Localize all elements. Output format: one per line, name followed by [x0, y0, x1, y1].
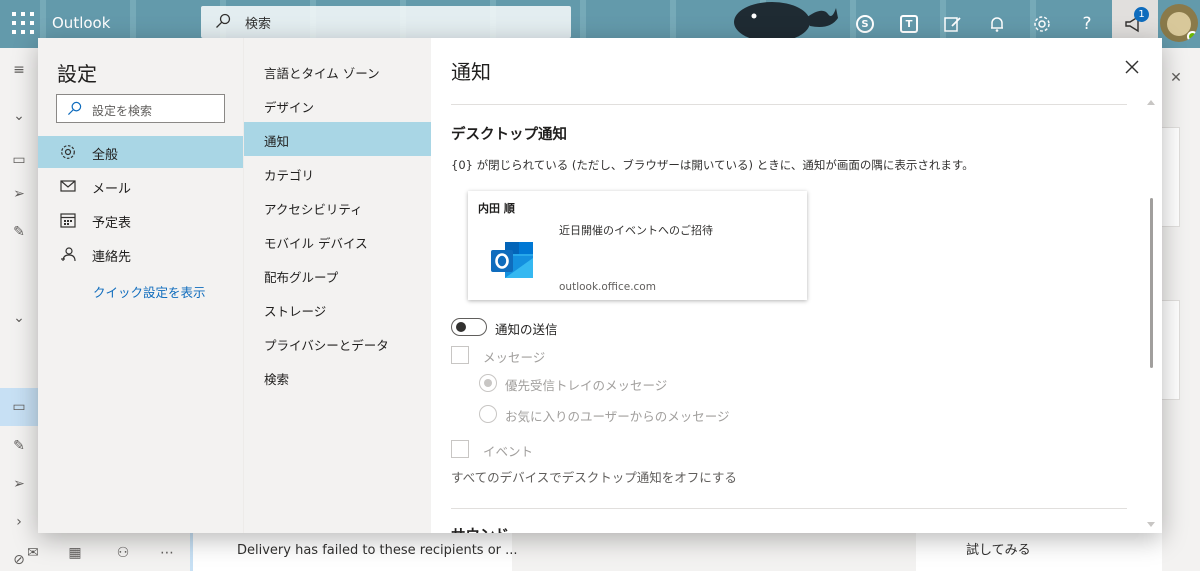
category-general[interactable]: 全般: [38, 136, 243, 168]
subcategory-search[interactable]: 検索: [244, 360, 432, 394]
subcategory-mobile-devices[interactable]: モバイル デバイス: [244, 224, 432, 258]
subcategory-label: カテゴリ: [264, 168, 315, 183]
focused-inbox-radio[interactable]: [479, 374, 497, 392]
close-icon[interactable]: [1121, 56, 1143, 78]
avatar[interactable]: [1160, 4, 1198, 42]
theme-whale-image: [734, 2, 838, 40]
category-label: メール: [92, 182, 132, 197]
subcategory-storage[interactable]: ストレージ: [244, 292, 432, 326]
page-title: 通知: [451, 60, 491, 84]
notification-badge: 1: [1134, 7, 1149, 22]
preview-subject: 近日開催のイベントへのご招待: [559, 224, 713, 237]
toggle-knob: [456, 322, 466, 332]
subcategory-label: モバイル デバイス: [264, 236, 368, 251]
people-icon[interactable]: ⚇: [104, 541, 142, 565]
presence-dot: [1187, 31, 1198, 42]
settings-subcategories: 言語とタイム ゾーン デザイン 通知 カテゴリ アクセシビリティ モバイル デバ…: [243, 38, 432, 533]
category-calendar[interactable]: 予定表: [38, 204, 243, 236]
scroll-up-arrow-icon[interactable]: [1147, 100, 1155, 105]
top-search-box[interactable]: 検索: [201, 6, 571, 38]
category-people[interactable]: 連絡先: [38, 238, 243, 270]
calendar-icon[interactable]: ▦: [56, 541, 94, 565]
events-checkbox[interactable]: [451, 440, 469, 458]
subcategory-label: プライバシーとデータ: [264, 338, 389, 353]
notifications-pane: 通知 デスクトップ通知 {0} が閉じられている (ただし、ブラウザーは開いてい…: [431, 38, 1162, 533]
subcategory-distribution-groups[interactable]: 配布グループ: [244, 258, 432, 292]
send-notifications-label: 通知の送信: [495, 322, 558, 337]
focused-inbox-label: 優先受信トレイのメッセージ: [505, 378, 668, 393]
scrollbar[interactable]: [1147, 100, 1157, 533]
bg-mail-item[interactable]: Delivery has failed to these recipients …: [190, 533, 518, 571]
preview-sender: 内田 順: [478, 202, 515, 215]
search-icon: [216, 13, 231, 28]
waffle-icon[interactable]: [12, 12, 34, 34]
divider: [451, 508, 1127, 509]
category-label: 予定表: [92, 216, 132, 231]
close-icon: ✕: [1170, 70, 1182, 86]
chevron-right-icon[interactable]: ›: [0, 510, 38, 534]
left-rail: ≡ ⌄ ▭ ➢ ✎ ⌄ ▭ ✎ ➢ › ⊘: [0, 48, 38, 571]
bg-mail-preview: Delivery has failed to these recipients …: [237, 543, 518, 558]
subcategory-language-timezone[interactable]: 言語とタイム ゾーン: [244, 54, 432, 88]
search-icon: [67, 101, 82, 116]
settings-search-placeholder: 設定を検索: [92, 104, 153, 118]
divider: [451, 104, 1127, 105]
category-mail[interactable]: メール: [38, 170, 243, 202]
category-label: 全般: [92, 148, 119, 163]
more-icon[interactable]: ⋯: [148, 541, 186, 565]
section-description: {0} が閉じられている (ただし、ブラウザーは開いている) ときに、通知が画面…: [451, 158, 974, 172]
subcategory-label: 言語とタイム ゾーン: [264, 66, 380, 81]
subcategory-label: アクセシビリティ: [264, 202, 363, 217]
pencil-icon[interactable]: ✎: [0, 434, 38, 458]
subcategory-label: ストレージ: [264, 304, 327, 319]
subcategory-label: 配布グループ: [264, 270, 339, 285]
scroll-down-arrow-icon[interactable]: [1147, 522, 1155, 527]
notification-preview: 内田 順 近日開催のイベントへのご招待 outlook.office.com: [468, 191, 807, 300]
subcategory-label: デザイン: [264, 100, 315, 115]
try-it-label: 試してみる: [966, 543, 1031, 558]
chevron-down-icon[interactable]: ⌄: [0, 306, 38, 330]
try-it-button[interactable]: 試してみる: [916, 533, 1162, 571]
outlook-logo-icon: [491, 242, 533, 278]
subcategory-design[interactable]: デザイン: [244, 88, 432, 122]
subcategory-label: 通知: [264, 134, 290, 149]
people-icon: [61, 247, 76, 262]
scroll-thumb[interactable]: [1150, 198, 1153, 368]
messages-label: メッセージ: [483, 350, 546, 365]
subcategory-accessibility[interactable]: アクセシビリティ: [244, 190, 432, 224]
section-title: デスクトップ通知: [451, 127, 567, 143]
app-name[interactable]: Outlook: [52, 14, 110, 32]
settings-title: 設定: [57, 62, 97, 86]
subcategory-notifications[interactable]: 通知: [244, 122, 432, 156]
quick-settings-link[interactable]: クイック設定を表示: [93, 282, 206, 301]
messages-checkbox[interactable]: [451, 346, 469, 364]
send-icon[interactable]: ➢: [0, 182, 38, 206]
hamburger-icon[interactable]: ≡: [0, 58, 38, 82]
settings-dialog: 設定 設定を検索 全般 メール 予定表 連絡先 クイック設定を表示 言語とタイム…: [38, 38, 1162, 533]
category-label: 連絡先: [92, 250, 132, 265]
chevron-down-icon[interactable]: ⌄: [0, 104, 38, 128]
settings-search-input[interactable]: 設定を検索: [56, 94, 225, 123]
pencil-icon[interactable]: ✎: [0, 220, 38, 244]
top-search-placeholder: 検索: [245, 17, 272, 32]
calendar-icon: [60, 213, 76, 228]
preview-domain: outlook.office.com: [559, 281, 656, 293]
turn-off-all-devices-text: すべてのデバイスでデスクトップ通知をオフにする: [451, 470, 737, 485]
subcategory-categories[interactable]: カテゴリ: [244, 156, 432, 190]
next-section-title: サウンド: [451, 524, 509, 533]
send-notifications-toggle[interactable]: [451, 318, 487, 336]
favorites-label: お気に入りのユーザーからのメッセージ: [505, 409, 730, 424]
mail-icon: [60, 180, 76, 192]
gear-icon: [61, 145, 75, 159]
subcategory-privacy-data[interactable]: プライバシーとデータ: [244, 326, 432, 360]
inbox-icon[interactable]: ▭: [0, 148, 38, 172]
events-label: イベント: [483, 444, 534, 459]
send-icon[interactable]: ➢: [0, 472, 38, 496]
subcategory-label: 検索: [264, 372, 290, 387]
mail-icon[interactable]: ✉: [14, 541, 52, 565]
settings-categories: 設定 設定を検索 全般 メール 予定表 連絡先 クイック設定を表示: [38, 38, 243, 533]
favorites-radio[interactable]: [479, 405, 497, 423]
